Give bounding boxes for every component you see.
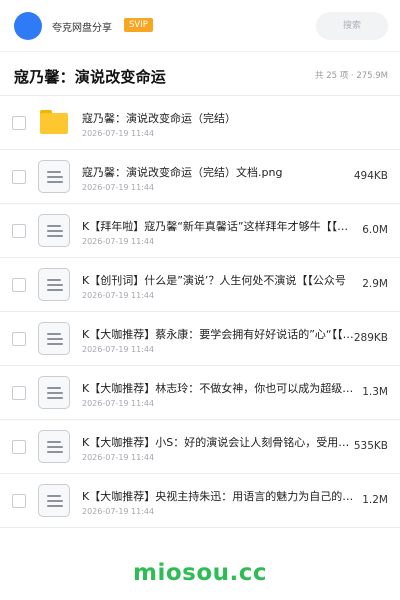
checkbox[interactable] xyxy=(12,278,26,292)
checkbox[interactable] xyxy=(12,116,26,130)
file-date: 2026-07-19 11:44 xyxy=(82,345,155,354)
checkbox[interactable] xyxy=(12,386,26,400)
file-name: 寇乃馨：演说改变命运（完结）文档.png xyxy=(82,166,283,179)
watermark: miosou.cc xyxy=(132,560,268,586)
file-date: 2026-07-19 11:44 xyxy=(82,453,155,462)
checkbox[interactable] xyxy=(12,440,26,454)
file-icon xyxy=(38,484,70,517)
page-title: 寇乃馨：演说改变命运 xyxy=(14,68,167,86)
checkbox[interactable] xyxy=(12,170,26,184)
file-icon xyxy=(38,430,70,463)
top-bar: 夸克网盘分享 SVIP 搜索 xyxy=(0,0,400,52)
file-name: K【大咖推荐】蔡永康：要学会拥有好好说话的”心“【【公众号 xyxy=(82,328,354,341)
list-item[interactable]: K【大咖推荐】央视主持朱迅：用语言的魅力为自己的未来加分 2026-07-19 1… xyxy=(0,474,400,528)
folder-icon xyxy=(40,110,68,134)
file-icon xyxy=(38,160,70,193)
file-icon xyxy=(38,268,70,301)
list-item[interactable]: 寇乃馨：演说改变命运（完结）文档.png 2026-07-19 11:44 494K… xyxy=(0,150,400,204)
file-size: 1.3M xyxy=(362,386,388,398)
file-icon xyxy=(38,214,70,247)
folder-header: 寇乃馨：演说改变命运 共 25 项 · 275.9M xyxy=(0,52,400,96)
file-date: 2026-07-19 11:44 xyxy=(82,291,155,300)
list-item[interactable]: K【大咖推荐】蔡永康：要学会拥有好好说话的”心“【【公众号 2026-07-19 … xyxy=(0,312,400,366)
file-list: 寇乃馨：演说改变命运（完结） 2026-07-19 11:44 寇乃馨：演说改变命运… xyxy=(0,96,400,528)
file-size: 289KB xyxy=(353,332,388,344)
list-item[interactable]: 寇乃馨：演说改变命运（完结） 2026-07-19 11:44 xyxy=(0,96,400,150)
checkbox[interactable] xyxy=(12,332,26,346)
file-date: 2026-07-19 11:44 xyxy=(82,399,155,408)
app-name: 夸克网盘分享 xyxy=(52,23,112,34)
file-size: 6.0M xyxy=(362,224,388,236)
file-date: 2026-07-19 11:44 xyxy=(82,129,155,138)
file-name: K【大咖推荐】林志玲：不做女神，你也可以成为超级演说家 xyxy=(82,382,354,395)
file-name: K【拜年啦】寇乃馨“新年真馨话”这样拜年才够牛【【公众号 xyxy=(82,220,354,233)
svip-badge: SVIP xyxy=(124,18,153,32)
checkbox[interactable] xyxy=(12,494,26,508)
list-item[interactable]: K【创刊词】什么是”演说’？人生何处不演说【【公众号 2026-07-19 11:… xyxy=(0,258,400,312)
avatar[interactable] xyxy=(14,12,42,40)
checkbox[interactable] xyxy=(12,224,26,238)
file-name: K【创刊词】什么是”演说’？人生何处不演说【【公众号 xyxy=(82,274,346,287)
file-name: K【大咖推荐】央视主持朱迅：用语言的魅力为自己的未来加分 xyxy=(82,490,354,503)
file-date: 2026-07-19 11:44 xyxy=(82,183,155,192)
file-icon xyxy=(38,376,70,409)
file-size: 494KB xyxy=(353,170,388,182)
file-name: 寇乃馨：演说改变命运（完结） xyxy=(82,112,236,125)
item-count: 共 25 项 · 275.9M xyxy=(315,71,388,81)
file-icon xyxy=(38,322,70,355)
list-item[interactable]: K【拜年啦】寇乃馨“新年真馨话”这样拜年才够牛【【公众号 2026-07-19 1… xyxy=(0,204,400,258)
file-date: 2026-07-19 11:44 xyxy=(82,237,155,246)
file-size: 2.9M xyxy=(362,278,388,290)
file-size: 535KB xyxy=(353,440,388,452)
list-item[interactable]: K【大咖推荐】小S：好的演说会让人刻骨铭心，受用无穷 2026-07-19 11:… xyxy=(0,420,400,474)
file-date: 2026-07-19 11:44 xyxy=(82,507,155,516)
search-input[interactable]: 搜索 xyxy=(316,12,388,40)
file-name: K【大咖推荐】小S：好的演说会让人刻骨铭心，受用无穷 xyxy=(82,436,354,449)
file-size: 1.2M xyxy=(362,494,388,506)
list-item[interactable]: K【大咖推荐】林志玲：不做女神，你也可以成为超级演说家 2026-07-19 11… xyxy=(0,366,400,420)
